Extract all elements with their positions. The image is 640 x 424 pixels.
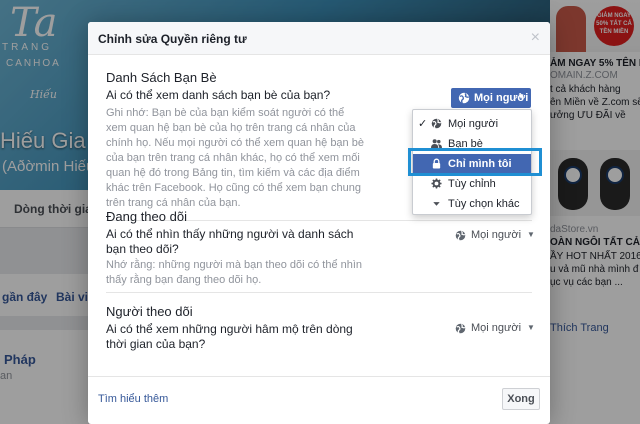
section-note: Nhớ rằng: những người mà bạn theo dõi có…: [106, 259, 363, 286]
section-question: Ai có thể nhìn thấy những người và danh …: [106, 227, 354, 256]
section-title-friends-list: Danh Sách Bạn Bè: [106, 70, 217, 85]
menu-item-more-options[interactable]: Tùy chọn khác: [413, 194, 531, 214]
caret-down-icon: ▼: [527, 230, 535, 239]
menu-item-label: Mọi người: [448, 118, 499, 130]
privacy-dialog: Chỉnh sửa Quyền riêng tư × Danh Sách Bạn…: [88, 22, 550, 424]
close-icon[interactable]: ×: [531, 29, 540, 47]
audience-selector-friends-list[interactable]: Mọi người ▼: [451, 88, 531, 108]
gear-icon: [431, 178, 442, 189]
menu-item-public[interactable]: ✓ Mọi người: [413, 114, 531, 134]
menu-item-label: Tùy chỉnh: [448, 178, 496, 190]
caret-down-icon: ▼: [517, 92, 525, 101]
check-icon: ✓: [418, 118, 428, 130]
audience-label: Mọi người: [471, 322, 522, 334]
globe-icon: [458, 92, 470, 104]
globe-icon: [455, 323, 466, 334]
dialog-title: Chỉnh sửa Quyền riêng tư: [98, 32, 247, 46]
menu-item-label: Tùy chọn khác: [448, 198, 520, 210]
dialog-footer: Tìm hiểu thêm Xong: [88, 376, 550, 424]
dialog-header: Chỉnh sửa Quyền riêng tư ×: [88, 22, 550, 55]
globe-icon: [431, 118, 442, 129]
highlight-annotation-box: [408, 148, 542, 176]
section-note: Ghi nhớ: Bạn bè của bạn kiểm soát người …: [106, 107, 364, 209]
caret-down-icon: [433, 202, 440, 206]
section-title-following: Đang theo dõi: [106, 209, 187, 224]
learn-more-link[interactable]: Tìm hiểu thêm: [98, 393, 168, 405]
globe-icon: [455, 230, 466, 241]
caret-down-icon: ▼: [527, 323, 535, 332]
section-question: Ai có thể xem những người hâm mộ trên dò…: [106, 322, 353, 351]
section-title-followers: Người theo dõi: [106, 304, 193, 319]
audience-selector-following[interactable]: Mọi người ▼: [455, 228, 545, 246]
audience-label: Mọi người: [471, 229, 522, 241]
section-question: Ai có thể xem danh sách bạn bè của bạn?: [106, 88, 331, 102]
done-button[interactable]: Xong: [502, 388, 540, 410]
section-divider: [106, 292, 532, 293]
menu-item-custom[interactable]: Tùy chỉnh: [413, 174, 531, 194]
audience-selector-followers[interactable]: Mọi người ▼: [455, 321, 545, 339]
